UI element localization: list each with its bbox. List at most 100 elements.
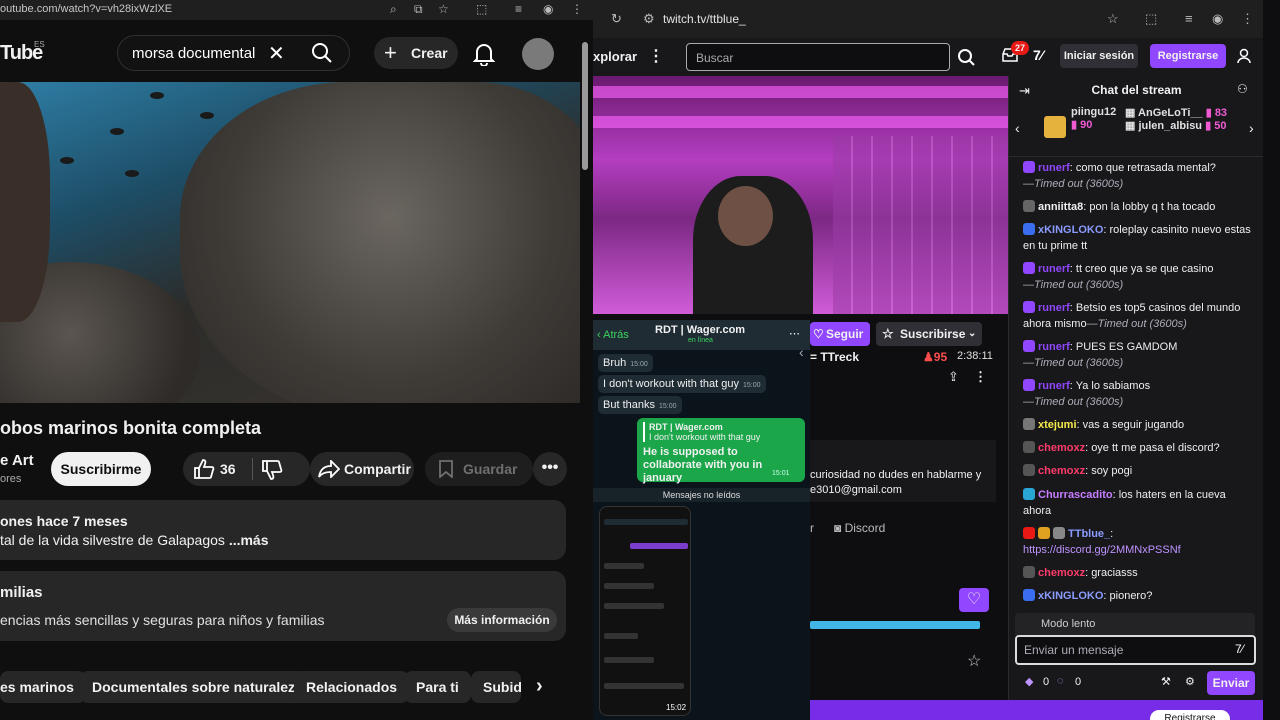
raid-icon[interactable]: ⚒ [1161, 675, 1171, 688]
explore-link[interactable]: xplorar [593, 49, 637, 64]
chat-link[interactable]: https://discord.gg/2MMNxPSSNf [1023, 544, 1181, 556]
media-icon[interactable]: ≡ [515, 2, 522, 16]
bookmark-star-icon[interactable]: ☆ [1107, 11, 1119, 27]
share-icon[interactable]: ⇪ [948, 369, 959, 385]
settings-gear-icon[interactable]: ⚙ [1185, 675, 1195, 688]
search-bar[interactable]: morsa documental ✕ [117, 35, 350, 71]
scrollbar[interactable] [582, 42, 588, 170]
more-icon[interactable]: ⋯ [789, 327, 800, 340]
about-email: e3010@gmail.com [810, 484, 902, 496]
game-category[interactable]: = TTreck [810, 350, 859, 364]
quoted-message: RDT | Wager.com I don't workout with that… [643, 422, 799, 442]
share-page-icon[interactable]: ⧉ [414, 2, 423, 17]
chat-username[interactable]: runerf [1038, 162, 1070, 174]
create-button[interactable]: + Crear [374, 37, 458, 69]
channel-name[interactable]: e Art [0, 452, 34, 469]
video-player[interactable] [0, 82, 580, 403]
chip-filter[interactable]: Subid [471, 671, 521, 703]
message-time: 15:00 [658, 403, 677, 410]
reload-icon[interactable]: ↻ [611, 11, 622, 27]
chat-username[interactable]: xKINGLOKO [1038, 590, 1103, 602]
login-button[interactable]: Iniciar sesión [1060, 44, 1138, 68]
chat-input[interactable]: Enviar un mensaje 7⁄ [1015, 635, 1256, 665]
menu-icon[interactable]: ⋮ [1241, 11, 1254, 27]
chat-username[interactable]: runerf [1038, 380, 1070, 392]
extensions-icon[interactable]: ⬚ [476, 2, 487, 16]
thumbs-down-icon[interactable] [261, 460, 283, 480]
register-button[interactable]: Registrarse [1150, 44, 1226, 68]
chat-username[interactable]: runerf [1038, 341, 1070, 353]
channel-points-icon[interactable]: ◌ [1057, 675, 1064, 687]
thumbs-up-icon[interactable] [193, 459, 215, 479]
chat-username[interactable]: chemoxz [1038, 567, 1085, 579]
follow-button[interactable]: ♡ Seguir [810, 322, 870, 346]
avatar[interactable] [522, 38, 554, 70]
bookmark-star-icon[interactable]: ☆ [438, 2, 449, 16]
emote-picker-icon[interactable]: 7⁄ [1235, 642, 1244, 656]
chevron-right-icon[interactable]: › [536, 675, 543, 698]
badge-icon [1023, 161, 1035, 173]
more-actions-button[interactable]: ••• [533, 452, 567, 486]
chat-username[interactable]: Churrascadito [1038, 489, 1113, 501]
search-field[interactable]: Buscar [686, 43, 950, 71]
search-icon[interactable] [953, 43, 979, 71]
chip-filter[interactable]: es marinos [0, 671, 86, 703]
badge-icon [1023, 418, 1035, 430]
twitch-window: ↻ ⚙ twitch.tv/ttblue_ ☆ ⬚ ≡ ◉ ⋮ xplorar … [593, 0, 1263, 720]
gift-user: piingu12 [1071, 106, 1117, 118]
chat-username[interactable]: xKINGLOKO [1038, 224, 1103, 236]
subscribe-button[interactable]: Suscribirme [51, 452, 151, 486]
chat-username[interactable]: anniitta8 [1038, 201, 1083, 213]
social-links: r ◙ Discord [810, 521, 885, 535]
chat-username[interactable]: chemoxz [1038, 465, 1085, 477]
chat-username[interactable]: runerf [1038, 263, 1070, 275]
chevron-left-icon[interactable]: ‹ [1015, 120, 1020, 136]
menu-icon[interactable]: ⋮ [571, 2, 583, 16]
chip-filter[interactable]: Relacionados [294, 671, 410, 703]
chevron-down-icon: ⌄ [968, 328, 977, 339]
save-button[interactable]: Guardar [425, 452, 533, 486]
twitch-url[interactable]: twitch.tv/ttblue_ [663, 12, 746, 26]
profile-icon[interactable]: ◉ [543, 2, 553, 16]
more-options-icon[interactable]: ⋮ [974, 369, 987, 385]
chat-username[interactable]: runerf [1038, 302, 1070, 314]
banner-register-button[interactable]: Registrarse [1150, 710, 1230, 720]
star-icon[interactable]: ☆ [967, 651, 981, 671]
show-more-link[interactable]: ...más [229, 532, 269, 548]
chat-username[interactable]: chemoxz [1038, 442, 1085, 454]
subscribe-button[interactable]: ☆ Suscribirse ⌄ [876, 322, 982, 346]
stream-video[interactable] [593, 76, 1008, 314]
description-box[interactable]: ones hace 7 meses tal de la vida silvest… [0, 500, 566, 560]
youtube-url[interactable]: outube.com/watch?v=vh28ixWzlXE [0, 3, 172, 15]
media-icon[interactable]: ≡ [1185, 11, 1193, 26]
discord-link[interactable]: Discord [845, 521, 886, 535]
chat-username[interactable]: TTblue_ [1068, 528, 1110, 540]
chip-filter[interactable]: Para ti [404, 671, 471, 703]
clear-search-icon[interactable]: ✕ [268, 41, 285, 66]
more-icon[interactable]: ⋮ [648, 46, 664, 66]
collapse-arrow-icon[interactable]: ‹ [799, 344, 804, 360]
send-button[interactable]: Enviar [1207, 671, 1255, 695]
search-icon[interactable] [311, 42, 333, 64]
turbo-icon[interactable]: 7⁄ [1033, 47, 1043, 63]
community-icon[interactable]: ⚇ [1237, 82, 1248, 96]
extensions-icon[interactable]: ⬚ [1145, 11, 1157, 27]
heart-button[interactable]: ♡ [959, 588, 989, 612]
more-info-button[interactable]: Más información [447, 608, 557, 632]
twitch-address-bar[interactable]: ↻ ⚙ twitch.tv/ttblue_ ☆ ⬚ ≡ ◉ ⋮ [593, 0, 1263, 38]
share-button[interactable]: Compartir [310, 452, 414, 486]
site-info-icon[interactable]: ⚙ [643, 11, 655, 27]
progress-bar [810, 621, 980, 629]
back-button[interactable]: ‹ Atrás [597, 329, 629, 341]
notifications-bell-icon[interactable] [473, 42, 495, 66]
bits-icon[interactable]: ◆ [1025, 675, 1033, 688]
chip-filter[interactable]: Documentales sobre naturaleza [80, 671, 315, 703]
social-link[interactable]: r [810, 521, 814, 535]
chevron-right-icon[interactable]: › [1249, 120, 1254, 136]
zoom-icon[interactable]: ⌕ [390, 2, 397, 17]
profile-icon[interactable]: ◉ [1212, 11, 1223, 27]
youtube-address-bar[interactable]: outube.com/watch?v=vh28ixWzlXE ⌕ ⧉ ☆ ⬚ ≡… [0, 0, 593, 20]
search-input[interactable]: morsa documental [132, 45, 255, 62]
user-icon[interactable] [1237, 48, 1251, 64]
chat-username[interactable]: xtejumi [1038, 419, 1077, 431]
